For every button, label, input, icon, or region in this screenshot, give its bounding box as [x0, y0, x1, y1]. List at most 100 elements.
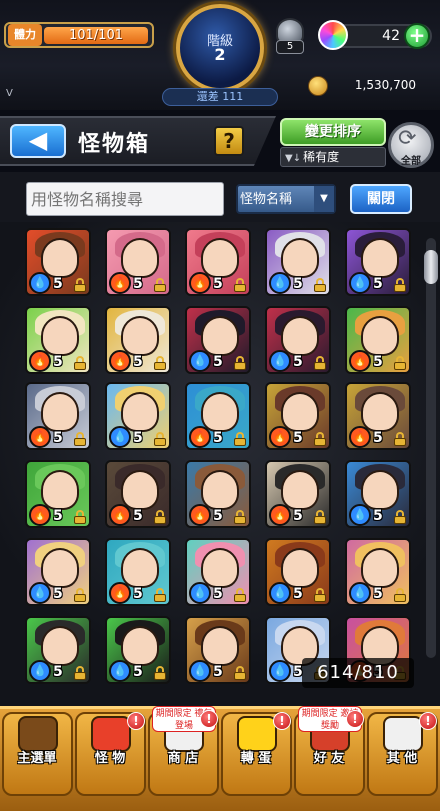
orb-count: 42: [382, 28, 400, 44]
monster-level: 5: [213, 430, 223, 446]
monster-card[interactable]: 💧 5: [25, 228, 91, 296]
monster-card[interactable]: 💧 5: [25, 538, 91, 606]
scrollbar-thumb[interactable]: [424, 250, 438, 284]
monster-card[interactable]: 🔥5: [25, 460, 91, 528]
lock-icon: [233, 666, 247, 680]
monster-search-input[interactable]: [26, 182, 224, 216]
monster-card[interactable]: 💧 5: [185, 616, 251, 684]
monster-card[interactable]: 💧 5: [265, 228, 331, 296]
fire-attribute-icon: 🔥: [269, 504, 291, 526]
search-field-value: 怪物名稱: [240, 192, 293, 207]
monster-face: [361, 392, 399, 432]
monster-face: [361, 316, 399, 356]
monster-card[interactable]: 🔥5: [185, 228, 251, 296]
lock-body: [154, 672, 166, 680]
alert-badge-icon: !: [273, 712, 291, 730]
buy-orb-button[interactable]: +: [404, 23, 430, 49]
water-attribute-icon: 💧: [269, 582, 291, 604]
monster-card[interactable]: 🔥5: [345, 306, 411, 374]
lock-body: [154, 594, 166, 602]
alert-badge-icon: !: [200, 710, 218, 728]
alert-badge-icon: !: [419, 712, 437, 730]
monster-card[interactable]: 🔥5: [105, 306, 171, 374]
monster-level: 5: [213, 586, 223, 602]
monster-card[interactable]: 💧 5: [265, 538, 331, 606]
monster-level: 5: [373, 276, 383, 292]
monster-level: 5: [53, 430, 63, 446]
monster-level: 5: [293, 586, 303, 602]
lock-body: [234, 438, 246, 446]
lock-body: [394, 362, 406, 370]
monster-card[interactable]: 💧 5: [25, 616, 91, 684]
lock-icon: [153, 278, 167, 292]
close-search-button[interactable]: 關閉: [350, 184, 412, 214]
monster-card[interactable]: 🔥5: [185, 382, 251, 450]
monster-card[interactable]: 💧 5: [345, 228, 411, 296]
chevron-down-icon[interactable]: ▼: [314, 186, 334, 212]
monster-card[interactable]: 💧 5: [345, 538, 411, 606]
monster-face: [281, 470, 319, 510]
monster-card[interactable]: 💧 5: [185, 538, 251, 606]
back-button[interactable]: ◀: [10, 124, 66, 158]
all-filter-label: 全部: [401, 156, 421, 167]
water-attribute-icon: 💧: [269, 272, 291, 294]
monster-card[interactable]: 💧 5: [105, 382, 171, 450]
menu-label: 主選單: [17, 751, 57, 766]
lock-icon: [153, 588, 167, 602]
monster-level: 5: [373, 508, 383, 524]
monster-card[interactable]: 💧 5: [345, 460, 411, 528]
water-attribute-icon: 💧: [349, 272, 371, 294]
lock-body: [394, 594, 406, 602]
monster-face: [201, 316, 239, 356]
lock-icon: [313, 510, 327, 524]
monster-card[interactable]: 🔥5: [25, 382, 91, 450]
monster-level: 5: [133, 508, 143, 524]
lock-body: [154, 516, 166, 524]
monster-card[interactable]: 🔥5: [345, 382, 411, 450]
lock-icon: [73, 432, 87, 446]
lock-body: [74, 594, 86, 602]
lock-body: [314, 284, 326, 292]
lock-icon: [153, 510, 167, 524]
monster-face: [201, 238, 239, 278]
monster-level: 5: [53, 354, 63, 370]
monster-card[interactable]: 🔥5: [185, 460, 251, 528]
version-label: V: [6, 88, 13, 99]
monster-face: [201, 548, 239, 588]
monster-level: 5: [133, 586, 143, 602]
sort-order-select[interactable]: ▼↓ 稀有度: [280, 147, 386, 167]
fire-attribute-icon: 🔥: [269, 426, 291, 448]
lock-icon: [393, 588, 407, 602]
monster-card[interactable]: 🔥5: [265, 382, 331, 450]
water-attribute-icon: 💧: [29, 582, 51, 604]
lock-body: [234, 284, 246, 292]
monster-card[interactable]: 🔥5: [105, 228, 171, 296]
help-button[interactable]: ?: [214, 126, 244, 156]
monster-card[interactable]: 🔥5: [105, 460, 171, 528]
lock-body: [74, 438, 86, 446]
monster-card[interactable]: 💧 5: [185, 306, 251, 374]
change-sort-button[interactable]: 變更排序: [280, 118, 386, 146]
fire-attribute-icon: 🔥: [29, 504, 51, 526]
lock-icon: [73, 666, 87, 680]
monster-face: [361, 470, 399, 510]
monster-card[interactable]: 🔥5: [25, 306, 91, 374]
fire-attribute-icon: 🔥: [189, 504, 211, 526]
monster-face: [121, 548, 159, 588]
monster-card[interactable]: 💧 5: [265, 306, 331, 374]
monster-card[interactable]: 🔥5: [265, 460, 331, 528]
water-attribute-icon: 💧: [109, 660, 131, 682]
fire-attribute-icon: 🔥: [189, 426, 211, 448]
water-attribute-icon: 💧: [189, 660, 211, 682]
monster-card[interactable]: 🔥5: [105, 538, 171, 606]
lock-icon: [73, 278, 87, 292]
monster-card[interactable]: 💧 5: [105, 616, 171, 684]
page-title: 怪物箱: [78, 132, 151, 157]
lock-body: [74, 672, 86, 680]
scrollbar-track[interactable]: [426, 238, 436, 658]
fire-attribute-icon: 🔥: [109, 272, 131, 294]
lock-icon: [313, 278, 327, 292]
monster-face: [41, 316, 79, 356]
monster-level: 5: [213, 354, 223, 370]
box-capacity: 614/810: [302, 658, 414, 688]
